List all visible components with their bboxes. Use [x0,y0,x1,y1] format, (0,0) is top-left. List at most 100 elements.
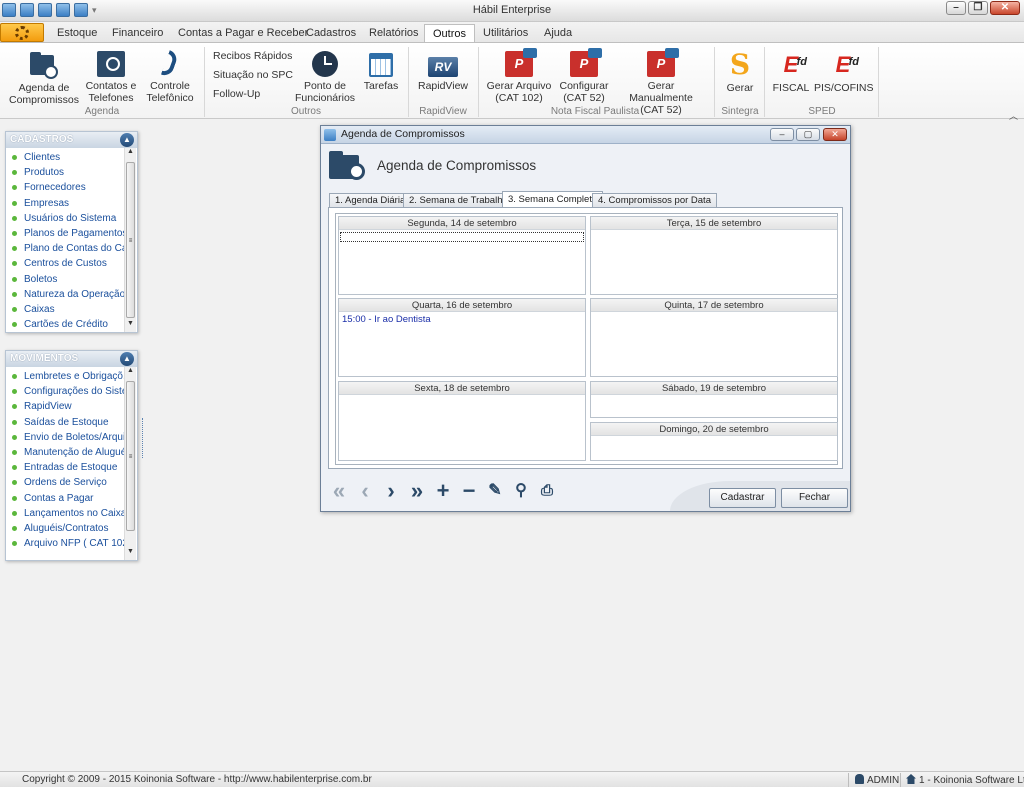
controle-telefonico-label: Controle Telefônico [146,80,194,104]
controle-telefonico-button[interactable]: Controle Telefônico [142,50,198,104]
list-item[interactable]: Manutenção de Aluguéi... [6,445,124,460]
situacao-spc-button[interactable]: Situação no SPC [213,69,293,81]
home-icon [906,774,916,784]
tab-semana-trabalho[interactable]: 2. Semana de Trabalho [403,193,514,208]
contatos-telefones-button[interactable]: Contatos e Telefones [84,51,138,104]
configurar-cat52-button[interactable]: P Configurar (CAT 52) [556,48,612,104]
agenda-folder-icon [30,51,58,79]
scroll-thumb[interactable]: ≡ [126,162,135,318]
sped-fiscal-button[interactable]: Efd FISCAL [770,51,812,94]
next-icon[interactable]: › [381,480,401,502]
cadastros-panel-header[interactable]: CADASTROS ▲ [6,132,137,148]
list-item[interactable]: Configurações do Siste... [6,384,124,399]
list-item[interactable]: Fornecedores [6,180,124,195]
minimize-button[interactable]: – [946,1,966,15]
fechar-button[interactable]: Fechar [781,488,848,508]
cadastros-panel-title: CADASTROS [10,134,74,145]
list-item[interactable]: Saídas de Estoque [6,415,124,430]
list-item[interactable]: Lançamentos no Caixa [6,506,124,521]
rapidview-button[interactable]: RV RapidView [414,51,472,92]
movimentos-scrollbar[interactable]: ▲ ≡ ▼ [124,367,136,560]
movimentos-panel-header[interactable]: MOVIMENTOS ▲ [6,351,137,367]
list-item[interactable]: Natureza da Operação [6,287,124,302]
last-page-icon[interactable]: » [407,480,427,502]
follow-up-button[interactable]: Follow-Up [213,88,260,100]
list-item[interactable]: Produtos [6,165,124,180]
day-cell-domingo[interactable]: Domingo, 20 de setembro [590,422,838,461]
first-page-icon[interactable]: « [329,480,349,502]
list-item[interactable]: Arquivo NFP ( CAT 102... [6,536,124,551]
window-close-button[interactable]: ✕ [823,128,847,141]
day-cell-sabado[interactable]: Sábado, 19 de setembro [590,381,838,418]
list-item[interactable]: Usuários do Sistema [6,211,124,226]
tab-utilitarios[interactable]: Utilitários [475,25,536,43]
selected-time-slot[interactable] [340,232,584,242]
scroll-thumb[interactable]: ≡ [126,381,135,531]
list-item[interactable]: Planos de Pagamentos [6,226,124,241]
agenda-window-titlebar[interactable]: Agenda de Compromissos – ▢ ✕ [321,126,850,144]
tab-relatorios[interactable]: Relatórios [361,25,427,43]
list-item[interactable]: Ordens de Serviço [6,475,124,490]
tarefas-button[interactable]: Tarefas [361,51,401,92]
list-item[interactable]: Clientes [6,150,124,165]
group-separator [478,47,479,117]
list-item[interactable]: Caixas [6,302,124,317]
tab-cadastros[interactable]: Cadastros [298,25,364,43]
agenda-compromissos-button[interactable]: Agenda de Compromissos [6,51,82,106]
tab-compromissos-por-data[interactable]: 4. Compromissos por Data [592,193,717,208]
sped-pis-cofins-button[interactable]: Efd PIS/COFINS [814,51,874,94]
gerar-arquivo-cat102-button[interactable]: P Gerar Arquivo (CAT 102) [484,48,554,104]
tab-semana-completa[interactable]: 3. Semana Completa [502,191,604,208]
day-cell-sexta[interactable]: Sexta, 18 de setembro [338,381,586,461]
list-item[interactable]: Plano de Contas do Ca... [6,241,124,256]
list-item[interactable]: Aluguéis/Contratos [6,521,124,536]
ponto-funcionarios-button[interactable]: Ponto de Funcionários [293,51,357,104]
efd-icon: Efd [835,52,859,77]
tab-outros[interactable]: Outros [424,24,476,44]
day-cell-segunda[interactable]: Segunda, 14 de setembro [338,216,586,295]
edit-icon[interactable]: ✎ [485,481,505,501]
list-item[interactable]: Boletos [6,272,124,287]
cadastrar-button[interactable]: Cadastrar [709,488,776,508]
appointment[interactable]: 15:00 - Ir ao Dentista [339,312,585,327]
add-icon[interactable]: + [433,480,453,502]
list-item[interactable]: Entradas de Estoque [6,460,124,475]
recibos-rapidos-button[interactable]: Recibos Rápidos [213,50,292,62]
day-cell-terca[interactable]: Terça, 15 de setembro [590,216,838,295]
tab-financeiro[interactable]: Financeiro [104,25,171,43]
tab-agenda-diaria[interactable]: 1. Agenda Diária [329,193,412,208]
movimentos-list: Lembretes e Obrigaçõ... Configurações do… [6,367,137,560]
scroll-down-icon[interactable]: ▼ [125,320,136,332]
close-button[interactable]: ✕ [990,1,1020,15]
search-icon[interactable]: ⚲ [511,481,531,501]
window-minimize-button[interactable]: – [770,128,794,141]
sidebar-splitter[interactable] [142,418,146,458]
list-item[interactable]: RapidView [6,399,124,414]
restore-button[interactable]: ❐ [968,1,988,15]
list-item[interactable]: Empresas [6,196,124,211]
list-item[interactable]: Contas a Pagar [6,491,124,506]
print-icon[interactable]: ⎙ [537,481,557,501]
scroll-down-icon[interactable]: ▼ [125,548,136,560]
scroll-up-icon[interactable]: ▲ [125,367,136,379]
list-item[interactable]: Cartões de Crédito [6,317,124,332]
tab-estoque[interactable]: Estoque [49,25,105,43]
previous-icon[interactable]: ‹ [355,480,375,502]
scroll-up-icon[interactable]: ▲ [125,148,136,160]
list-item[interactable]: Centros de Custos [6,256,124,271]
collapse-chevron-icon[interactable]: ▲ [120,133,134,147]
tab-contas-pagar-receber[interactable]: Contas a Pagar e Receber [170,25,316,43]
day-cell-quarta[interactable]: Quarta, 16 de setembro 15:00 - Ir ao Den… [338,298,586,377]
title-bar: ▾ Hábil Enterprise – ❐ ✕ [0,0,1024,22]
remove-icon[interactable]: − [459,480,479,502]
list-item[interactable]: Lembretes e Obrigaçõ... [6,369,124,384]
collapse-ribbon-icon[interactable]: ︿ [1009,109,1018,122]
collapse-chevron-icon[interactable]: ▲ [120,352,134,366]
cadastros-scrollbar[interactable]: ▲ ≡ ▼ [124,148,136,332]
sintegra-gerar-button[interactable]: S Gerar [720,51,760,95]
list-item[interactable]: Envio de Boletos/Arqui... [6,430,124,445]
tab-ajuda[interactable]: Ajuda [536,25,580,43]
app-menu-button[interactable] [0,23,44,42]
day-cell-quinta[interactable]: Quinta, 17 de setembro [590,298,838,377]
window-maximize-button[interactable]: ▢ [796,128,820,141]
